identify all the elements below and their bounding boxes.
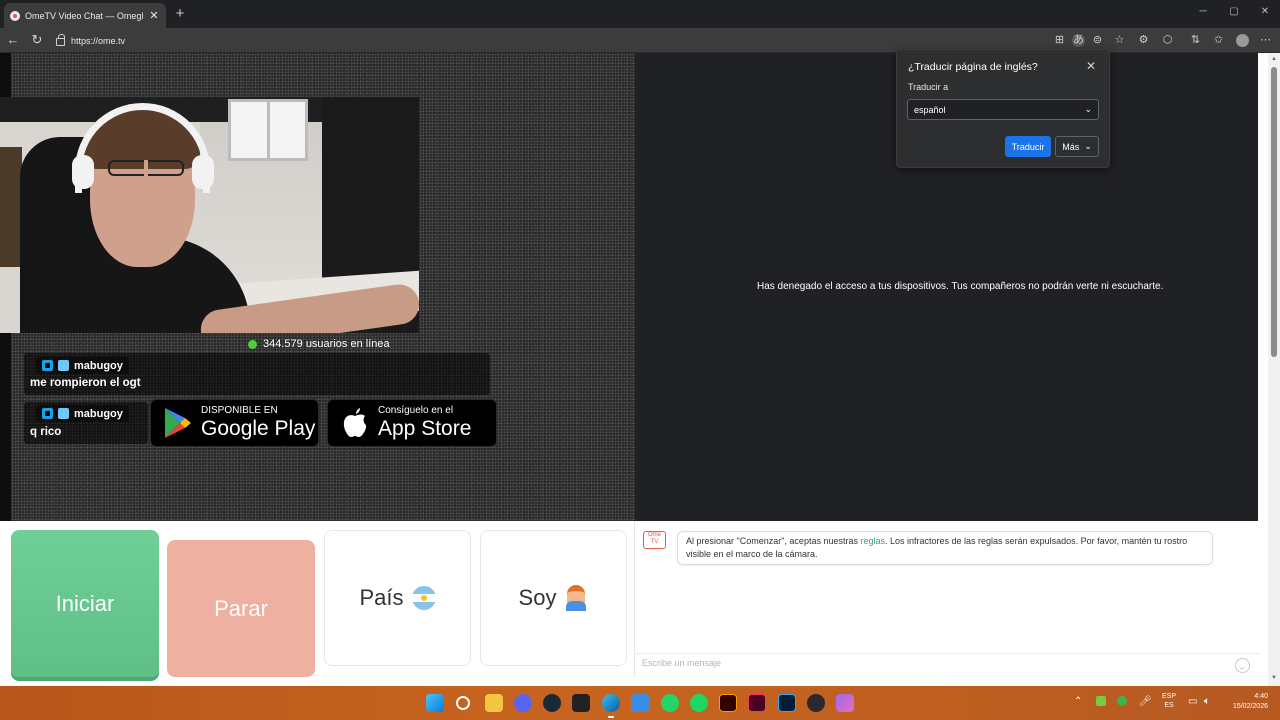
- stop-button[interactable]: Parar: [167, 540, 315, 677]
- ometv-logo-icon: Ome TV: [643, 531, 666, 549]
- grid-icon[interactable]: ⊞: [1053, 34, 1066, 47]
- url-text: https://ome.tv: [71, 35, 126, 46]
- scroll-down-icon[interactable]: ▼: [1270, 675, 1278, 681]
- translate-close-icon[interactable]: ✕: [1084, 59, 1098, 73]
- favorite-star-icon[interactable]: ☆: [1113, 34, 1126, 47]
- app-store-small-text: Consíguelo en el: [378, 405, 454, 416]
- steam-icon[interactable]: [543, 694, 561, 712]
- translate-popup-title: ¿Traducir página de inglés?: [908, 61, 1038, 73]
- profile-avatar-icon[interactable]: [1236, 34, 1249, 47]
- maximize-icon[interactable]: ▢: [1224, 6, 1244, 17]
- country-button[interactable]: País: [324, 530, 471, 666]
- minimize-icon[interactable]: ─: [1193, 6, 1213, 17]
- whatsapp-icon[interactable]: [661, 694, 679, 712]
- browser-tab[interactable]: OmeTV Video Chat — Omegle Ra ✕: [4, 3, 166, 28]
- search-icon[interactable]: [456, 696, 470, 710]
- tray-app-icon[interactable]: [1096, 696, 1106, 706]
- tray-chevron-icon[interactable]: ⌃: [1074, 696, 1082, 707]
- network-icon[interactable]: ▭: [1188, 696, 1197, 707]
- online-count: 344.579 usuarios en línea: [263, 338, 390, 350]
- translate-icon[interactable]: あ: [1072, 34, 1085, 47]
- clock[interactable]: 4:40 15/02/2026: [1224, 692, 1268, 712]
- edge-active-indicator: [608, 716, 614, 718]
- chat-input-area: [634, 653, 1260, 677]
- microphone-icon[interactable]: 🎤︎: [1139, 696, 1152, 707]
- reload-icon[interactable]: ↻: [29, 32, 45, 48]
- page-scrollbar[interactable]: ▲ ▼: [1268, 53, 1280, 686]
- illustrator-icon[interactable]: [719, 694, 737, 712]
- window-close-icon[interactable]: ✕: [1255, 6, 1275, 17]
- extension-icon[interactable]: ⚙: [1137, 34, 1150, 47]
- self-webcam-video: [0, 97, 419, 333]
- translate-popup: ¿Traducir página de inglés? ✕ Traducir a…: [896, 49, 1110, 168]
- edge-icon[interactable]: [602, 694, 620, 712]
- argentina-flag-icon: [411, 586, 436, 610]
- lock-icon: [56, 34, 65, 46]
- translate-button[interactable]: Traducir: [1005, 136, 1051, 157]
- translate-language-value: español: [914, 104, 946, 115]
- app-store-big-text: App Store: [378, 417, 472, 440]
- browser-tab-bar: OmeTV Video Chat — Omegle Ra ✕ + ─ ▢ ✕: [0, 0, 1280, 28]
- rules-message: Al presionar "Comenzar", aceptas nuestra…: [677, 531, 1213, 565]
- tray-app-icon[interactable]: [1117, 696, 1127, 706]
- rules-link[interactable]: reglas: [860, 536, 885, 546]
- spotify-icon[interactable]: [690, 694, 708, 712]
- menu-dots-icon[interactable]: ⋯: [1259, 34, 1272, 47]
- ometv-favicon-icon: [10, 10, 20, 21]
- app-icon[interactable]: [836, 694, 854, 712]
- boy-emoji-icon: [564, 585, 588, 611]
- discord-icon[interactable]: [514, 694, 532, 712]
- apple-icon: [343, 408, 367, 437]
- google-play-big-text: Google Play: [201, 417, 316, 440]
- app-icon[interactable]: [631, 694, 649, 712]
- gender-button[interactable]: Soy: [480, 530, 627, 666]
- split-screen-icon[interactable]: ⇅: [1189, 34, 1202, 47]
- chat-username: mabugoy: [36, 357, 129, 374]
- google-play-badge[interactable]: DISPONIBLE EN Google Play: [150, 399, 319, 447]
- google-play-small-text: DISPONIBLE EN: [201, 405, 278, 416]
- chevron-down-icon: ⌄: [1084, 141, 1092, 151]
- country-label: País: [359, 585, 404, 610]
- favorites-icon[interactable]: ✩: [1212, 34, 1225, 47]
- chevron-down-icon: ⌄: [1084, 104, 1092, 114]
- chat-message-text: q rico: [30, 426, 62, 438]
- indesign-icon[interactable]: [748, 694, 766, 712]
- file-explorer-icon[interactable]: [485, 694, 503, 712]
- user-rank-icon: [58, 408, 69, 419]
- start-button[interactable]: Iniciar: [11, 530, 159, 677]
- photoshop-icon[interactable]: [778, 694, 796, 712]
- reader-icon[interactable]: ⊜: [1091, 34, 1104, 47]
- gender-label: Soy: [518, 585, 557, 610]
- tab-title: OmeTV Video Chat — Omegle Ra: [25, 10, 143, 21]
- device-denied-message: Has denegado el acceso a tus dispositivo…: [757, 281, 1164, 292]
- online-status-dot: [248, 339, 257, 349]
- tab-close-icon[interactable]: ✕: [148, 9, 160, 22]
- chat-username: mabugoy: [36, 405, 129, 422]
- user-badge-icon: [42, 360, 53, 371]
- app-store-badge[interactable]: Consíguelo en el App Store: [327, 399, 497, 447]
- chat-message-input[interactable]: [642, 658, 1222, 668]
- volume-icon[interactable]: 🔈︎: [1204, 696, 1210, 707]
- input-language[interactable]: ESP ES: [1161, 692, 1177, 710]
- url-field[interactable]: https://ome.tv: [50, 31, 1040, 50]
- translate-to-label: Traducir a: [908, 82, 949, 92]
- emoji-icon[interactable]: [1235, 658, 1250, 673]
- scroll-up-icon[interactable]: ▲: [1270, 56, 1278, 62]
- google-play-icon: [165, 408, 191, 438]
- online-users: 344.579 usuarios en línea: [248, 338, 390, 350]
- github-icon[interactable]: [807, 694, 825, 712]
- obs-terminal-icon[interactable]: [572, 694, 590, 712]
- back-arrow-icon[interactable]: ←: [5, 32, 21, 48]
- translate-more-button[interactable]: Más ⌄: [1055, 136, 1099, 157]
- user-badge-icon: [42, 408, 53, 419]
- scroll-thumb[interactable]: [1271, 67, 1277, 357]
- windows-start-icon[interactable]: [426, 694, 444, 712]
- windows-taskbar: ⌃ 🎤︎ ESP ES ▭ 🔈︎ 4:40 15/02/2026: [0, 686, 1280, 720]
- chat-message-text: me rompieron el ogt: [30, 377, 141, 389]
- user-rank-icon: [58, 360, 69, 371]
- translate-language-select[interactable]: español ⌄: [907, 99, 1099, 120]
- new-tab-button[interactable]: +: [172, 5, 188, 22]
- puzzle-icon[interactable]: ⬡: [1161, 34, 1174, 47]
